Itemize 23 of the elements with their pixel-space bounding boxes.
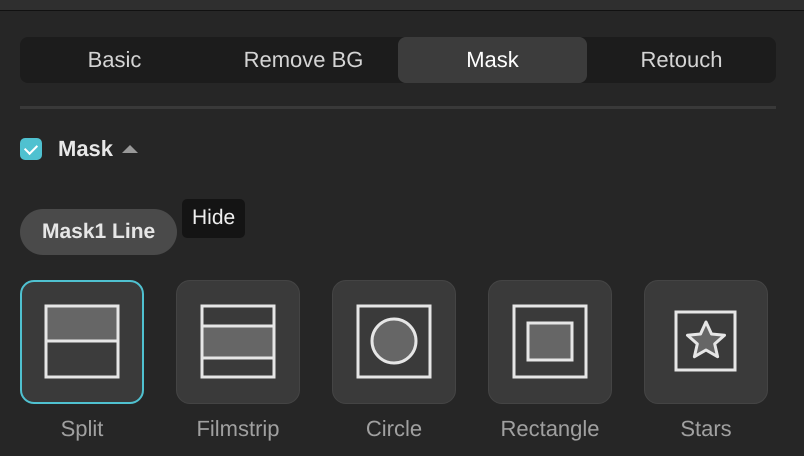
tab[interactable]: Retouch (587, 37, 776, 83)
mask-style-tile[interactable] (644, 280, 768, 404)
circle-in-square-icon (355, 303, 433, 381)
split-layout-icon (43, 303, 121, 381)
tile-label: Split (60, 416, 104, 442)
tile-label: Filmstrip (196, 416, 280, 442)
tile-label: Circle (366, 416, 422, 442)
tab[interactable]: Remove BG (209, 37, 398, 83)
tab[interactable]: Basic (20, 37, 209, 83)
mask-style-tile[interactable] (20, 280, 144, 404)
section-title: Mask (58, 136, 114, 162)
tile-label: Stars (680, 416, 732, 442)
mask-style-tile[interactable] (488, 280, 612, 404)
caret-icon[interactable] (122, 145, 138, 153)
mask-chip[interactable]: Mask1 Line (20, 209, 178, 255)
filmstrip-layout-icon (199, 303, 277, 381)
tab[interactable]: Mask (398, 37, 587, 83)
mask-style-tile[interactable] (332, 280, 456, 404)
tile-label: Rectangle (500, 416, 600, 442)
tooltip: Hide (182, 199, 246, 238)
mask-style-tile[interactable] (176, 280, 300, 404)
checkbox[interactable] (20, 138, 42, 160)
rectangle-in-square-icon (511, 303, 589, 381)
